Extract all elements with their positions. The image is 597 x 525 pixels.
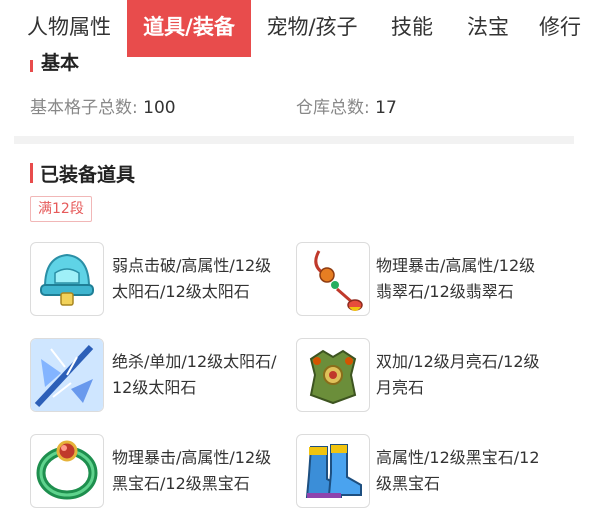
weapon-icon[interactable] [30,338,104,412]
item-description: 绝杀/单加/12级太阳石/12级太阳石 [112,352,277,397]
section-marker [30,163,33,183]
item-description: 弱点击破/高属性/12级太阳石/12级太阳石 [112,256,272,301]
jade-ring-icon[interactable] [30,434,104,508]
section-marker [30,60,33,72]
tab-skills[interactable]: 技能 [376,0,448,57]
helmet-icon[interactable] [30,242,104,316]
tab-cultivation[interactable]: 修行 [527,0,593,57]
tab-items-equipment[interactable]: 道具/装备 [127,0,251,57]
item-description: 物理暴击/高属性/12级黑宝石/12级黑宝石 [112,448,272,493]
tab-bar: 人物属性 道具/装备 宠物/孩子 技能 法宝 修行 [0,0,597,57]
boots-icon[interactable] [296,434,370,508]
tab-treasures[interactable]: 法宝 [452,0,524,57]
section-divider [14,136,574,144]
total-slots-stat: 基本格子总数: 100 [30,93,176,118]
total-slots-label: 基本格子总数: [30,98,138,118]
equipped-section-title: 已装备道具 [40,164,136,186]
item-description: 高属性/12级黑宝石/12级黑宝石 [376,448,540,493]
armor-icon[interactable] [296,338,370,412]
warehouse-value: 17 [375,98,397,118]
tab-pets-children[interactable]: 宠物/孩子 [254,0,370,57]
item-description: 物理暴击/高属性/12级翡翠石/12级翡翠石 [376,256,536,301]
warehouse-stat: 仓库总数: 17 [296,93,397,118]
warehouse-label: 仓库总数: [296,98,370,118]
necklace-icon[interactable] [296,242,370,316]
grade-badge: 满12段 [30,196,92,222]
total-slots-value: 100 [143,98,176,118]
item-description: 双加/12级月亮石/12级月亮石 [376,352,540,397]
basic-section-title: 基本 [41,52,80,74]
